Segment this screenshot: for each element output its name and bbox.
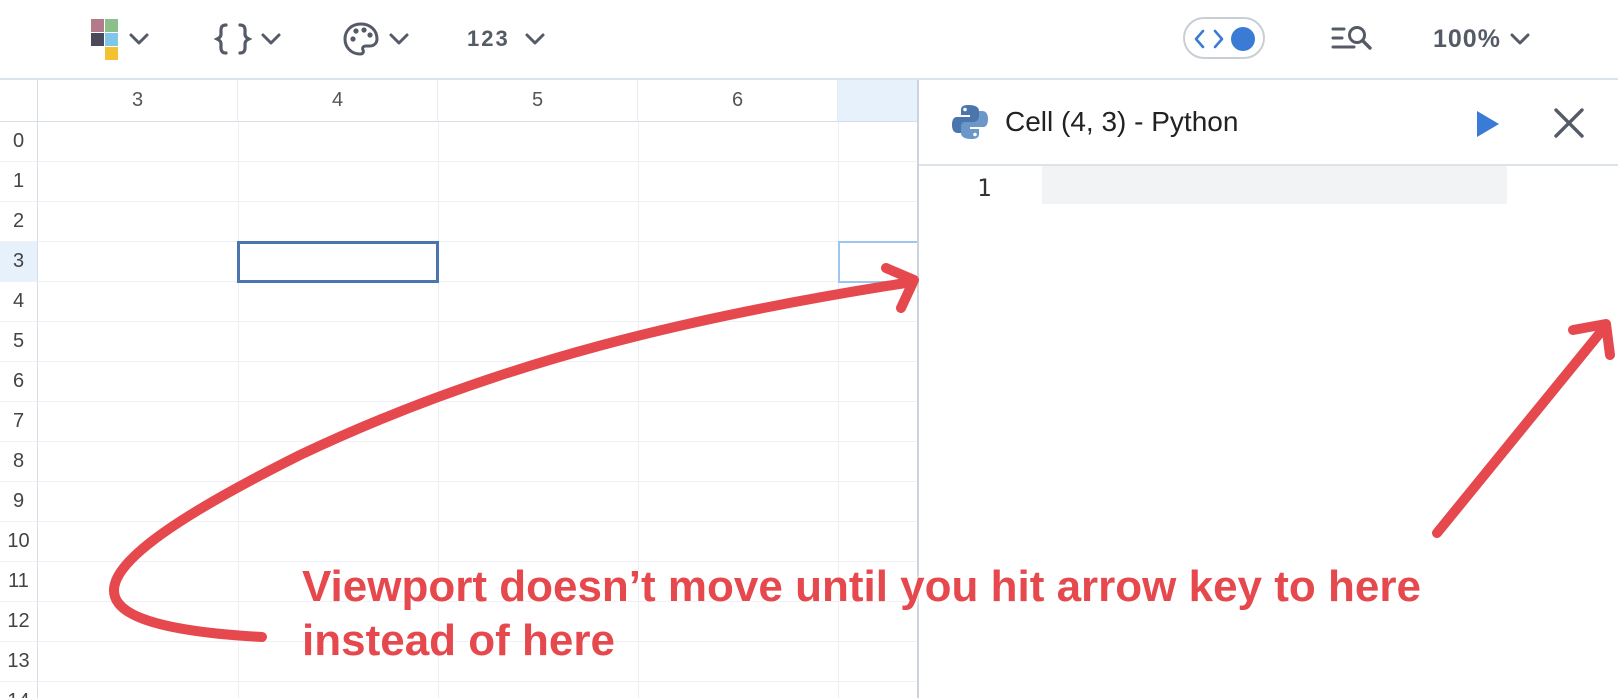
number-format-menu[interactable]: 123 [467,14,548,64]
code-cell-menu[interactable] [214,14,284,64]
grid-line [38,321,918,322]
chevron-down-icon [261,33,281,45]
zoom-menu[interactable]: 100% [1433,14,1533,64]
search-list-icon [1331,26,1372,50]
row-header[interactable]: 9 [0,482,38,522]
row-header[interactable]: 13 [0,642,38,682]
chevron-down-icon [1510,33,1530,45]
row-header[interactable]: 6 [0,362,38,402]
column-header[interactable]: 4 [238,80,438,122]
row-header[interactable]: 1 [0,162,38,202]
column-header[interactable]: 6 [638,80,838,122]
column-header[interactable]: 5 [438,80,638,122]
row-header[interactable]: 0 [0,122,38,162]
braces-icon [214,23,252,55]
grid-line [38,481,918,482]
code-editor-line[interactable] [1042,166,1507,204]
code-toggle-icon [1194,29,1224,49]
row-header[interactable]: 2 [0,202,38,242]
play-icon [1477,111,1499,137]
annotation-line: instead of here [302,616,615,665]
close-button[interactable] [1551,105,1587,141]
run-button[interactable] [1471,108,1503,140]
chevron-down-icon [525,33,545,45]
top-toolbar: 123 100% [0,0,1618,80]
search-button[interactable] [1330,14,1374,64]
code-view-toggle[interactable] [1183,17,1265,59]
grid-line [38,281,918,282]
grid-line [38,441,918,442]
annotation-line: Viewport doesn’t move until you hit arro… [302,562,1421,611]
row-header[interactable]: 11 [0,562,38,602]
theme-menu[interactable] [342,14,412,64]
column-header[interactable]: 3 [38,80,238,122]
chevron-down-icon [129,33,149,45]
row-header[interactable]: 10 [0,522,38,562]
number-format-icon: 123 [467,26,510,51]
row-header[interactable]: 14 [0,682,38,698]
grid-line [38,521,918,522]
grid-line [38,401,918,402]
chevron-down-icon [389,33,409,45]
zoom-level: 100% [1433,24,1501,53]
column-header-selected[interactable] [838,80,918,122]
grid-line [38,681,918,682]
close-icon [1554,108,1584,138]
python-icon [952,105,988,139]
row-header[interactable]: 4 [0,282,38,322]
row-header-selected[interactable]: 3 [0,242,38,282]
code-panel-title: Cell (4, 3) - Python [1005,106,1239,137]
grid-line [38,201,918,202]
color-squares-icon [91,19,118,60]
code-panel-header: Cell (4, 3) - Python [919,80,1618,166]
row-header[interactable]: 8 [0,442,38,482]
row-header[interactable]: 7 [0,402,38,442]
grid-corner [0,80,38,122]
offscreen-cell-highlight[interactable] [838,241,918,283]
toggle-knob [1231,27,1255,51]
cell-color-menu[interactable] [90,14,152,64]
grid-line [38,241,918,242]
row-header[interactable]: 12 [0,602,38,642]
grid-line [38,361,918,362]
grid-line [238,122,239,698]
row-header[interactable]: 5 [0,322,38,362]
line-number: 1 [977,174,992,202]
grid-line [38,161,918,162]
palette-icon [343,22,379,56]
annotation-caption: Viewport doesn’t move until you hit arro… [302,560,1421,668]
selected-cell-cursor[interactable] [237,241,439,283]
